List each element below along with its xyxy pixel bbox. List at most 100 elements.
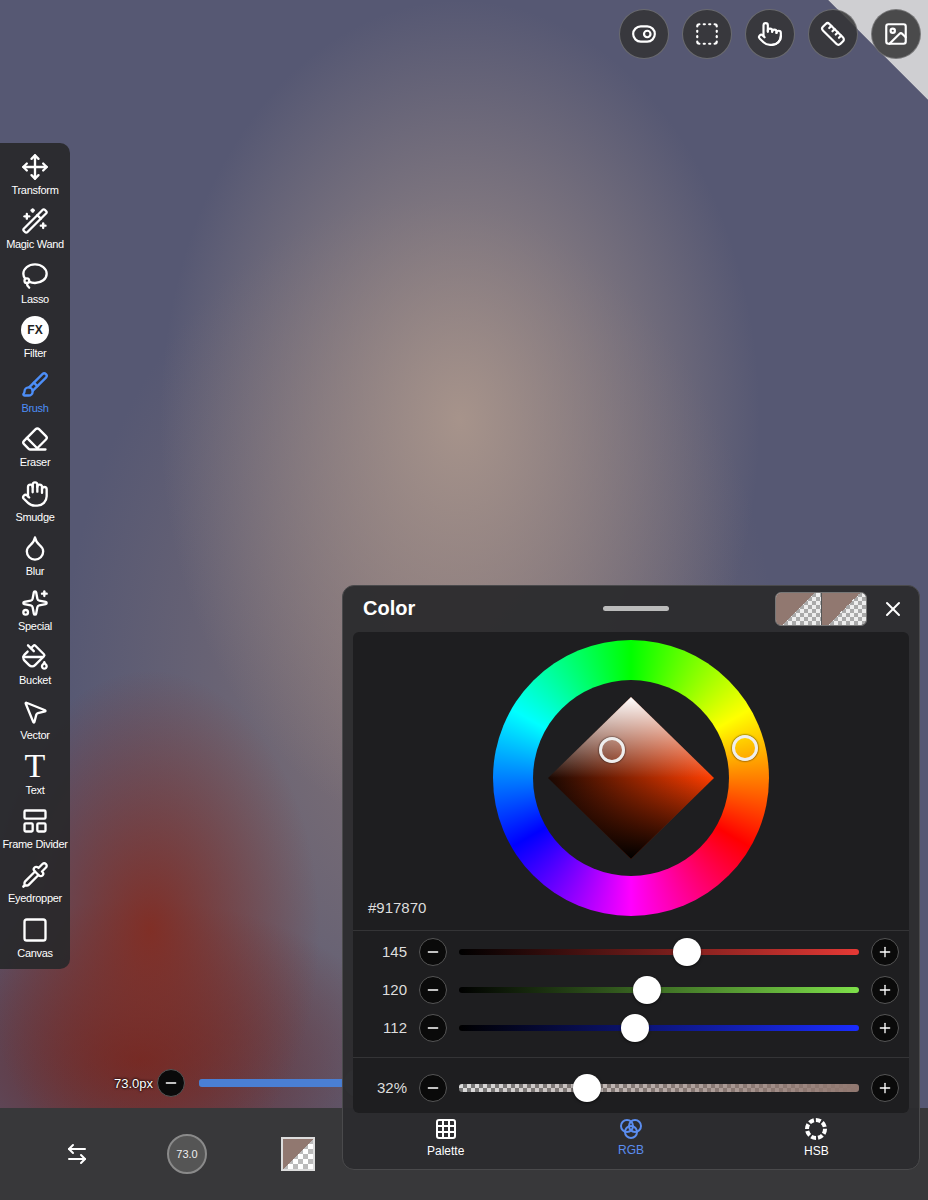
plus-icon — [877, 1020, 893, 1036]
panel-header: Color — [343, 586, 919, 632]
decrease-button[interactable] — [419, 976, 447, 1004]
tool-label: Eraser — [20, 456, 51, 468]
minus-icon — [163, 1075, 179, 1091]
tool-item[interactable]: Smudge — [2, 474, 68, 529]
vector-icon — [21, 698, 49, 726]
mode-tab[interactable]: HSB — [724, 1113, 909, 1162]
increase-button[interactable] — [871, 1074, 899, 1102]
panel-body: #917870 145120112 32% — [353, 632, 909, 1113]
mode-tab[interactable]: Palette — [353, 1113, 538, 1162]
tool-item[interactable]: Eraser — [2, 420, 68, 475]
tool-label: Text — [26, 784, 45, 796]
color-panel: Color #917870 145120112 32% Palette RGB HSB — [342, 585, 920, 1170]
channel-slider[interactable] — [459, 976, 859, 1004]
saturation-diamond[interactable] — [546, 693, 716, 863]
alpha-value: 32% — [353, 1079, 407, 1096]
tool-bar: Transform Magic Wand LassoFXFilter Brush Era… — [0, 143, 70, 969]
tool-item[interactable]: TText — [2, 747, 68, 802]
filter-glyph: FX — [21, 316, 49, 344]
hue-marker[interactable] — [732, 735, 758, 761]
tool-item[interactable]: Canvas — [2, 910, 68, 965]
eraser-icon — [21, 425, 49, 453]
channel-row: 145 — [353, 933, 909, 971]
swap-tool-button[interactable] — [61, 1138, 93, 1170]
tab-label: Palette — [427, 1144, 464, 1158]
tool-item[interactable]: FXFilter — [2, 311, 68, 366]
slider-thumb[interactable] — [621, 1014, 649, 1042]
slider-track — [459, 1084, 859, 1092]
minus-icon — [425, 982, 441, 998]
tool-item[interactable]: Brush — [2, 365, 68, 420]
hex-value[interactable]: #917870 — [353, 899, 493, 916]
increase-button[interactable] — [871, 938, 899, 966]
rgb-sliders: 145120112 — [353, 931, 909, 1057]
channel-value: 112 — [353, 1019, 407, 1036]
transform-icon — [21, 153, 49, 181]
tool-label: Bucket — [19, 674, 51, 686]
tool-label: Magic Wand — [6, 238, 64, 250]
channel-slider[interactable] — [459, 938, 859, 966]
smudge-icon — [21, 480, 49, 508]
panel-title: Color — [363, 597, 603, 620]
magic-wand-icon — [21, 207, 49, 235]
channel-row: 112 — [353, 1009, 909, 1047]
tab-label: HSB — [804, 1144, 829, 1158]
tool-item[interactable]: Transform — [2, 147, 68, 202]
touch-button[interactable] — [745, 9, 795, 59]
plus-icon — [877, 944, 893, 960]
image-icon — [883, 21, 909, 47]
selection-icon — [694, 21, 720, 47]
tool-item[interactable]: Magic Wand — [2, 202, 68, 257]
decrease-button[interactable] — [419, 1014, 447, 1042]
slider-thumb[interactable] — [633, 976, 661, 1004]
tool-item[interactable]: Bucket — [2, 638, 68, 693]
increase-button[interactable] — [871, 976, 899, 1004]
sub-color-swatch[interactable] — [821, 593, 866, 625]
mode-tab[interactable]: RGB — [538, 1113, 723, 1162]
rgb-icon — [618, 1118, 644, 1140]
decrease-button[interactable] — [419, 938, 447, 966]
tool-item[interactable]: Eyedropper — [2, 856, 68, 911]
drag-handle[interactable] — [603, 606, 669, 611]
plus-icon — [877, 1080, 893, 1096]
toggle-icon — [631, 21, 657, 47]
close-button[interactable] — [877, 593, 909, 625]
slider-thumb[interactable] — [573, 1074, 601, 1102]
alpha-slider[interactable] — [459, 1074, 859, 1102]
lasso-icon — [21, 262, 49, 290]
slider-thumb[interactable] — [673, 938, 701, 966]
alpha-slider-group: 32% — [353, 1058, 909, 1113]
main-color-swatch[interactable] — [776, 593, 821, 625]
ibis-paint-screen: 73.0 73.0px Transform Magic Wand LassoFXFilt… — [0, 0, 928, 1200]
minus-icon — [425, 1080, 441, 1096]
tool-label: Vector — [20, 729, 49, 741]
color-button[interactable] — [281, 1137, 315, 1171]
decrease-button[interactable] — [419, 1074, 447, 1102]
swap-icon — [65, 1142, 89, 1166]
tool-item[interactable]: Blur — [2, 529, 68, 584]
top-buttons — [619, 9, 921, 59]
hand-pointer-icon — [757, 21, 783, 47]
tool-label: Brush — [21, 402, 48, 414]
tool-item[interactable]: Vector — [2, 692, 68, 747]
tool-label: Canvas — [17, 947, 53, 959]
tool-label: Special — [18, 620, 52, 632]
color-swatches — [775, 592, 867, 626]
tool-item[interactable]: Special — [2, 583, 68, 638]
size-decrease-button[interactable] — [157, 1069, 185, 1097]
selection-button[interactable] — [682, 9, 732, 59]
tool-item[interactable]: Frame Divider — [2, 801, 68, 856]
palette-icon — [434, 1117, 458, 1141]
channel-slider[interactable] — [459, 1014, 859, 1042]
brush-size-reading: 73.0px — [95, 1076, 153, 1091]
brush-size-button[interactable]: 73.0 — [167, 1134, 207, 1174]
saturation-marker[interactable] — [599, 737, 625, 763]
reference-button[interactable] — [871, 9, 921, 59]
hue-wheel[interactable] — [493, 640, 769, 916]
frame-divider-icon — [21, 807, 49, 835]
ruler-button[interactable] — [808, 9, 858, 59]
increase-button[interactable] — [871, 1014, 899, 1042]
slider-track — [459, 949, 859, 955]
tool-item[interactable]: Lasso — [2, 256, 68, 311]
layer-toggle-button[interactable] — [619, 9, 669, 59]
